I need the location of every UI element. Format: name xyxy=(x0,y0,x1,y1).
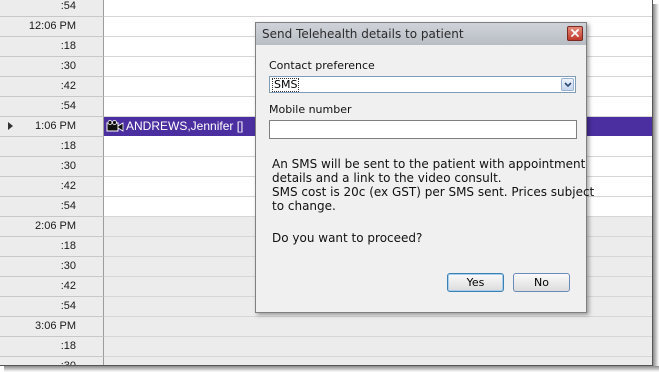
time-cell: :42 xyxy=(0,177,104,197)
time-label: 1:06 PM xyxy=(35,120,76,132)
message-line: SMS cost is 20c (ex GST) per SMS sent. P… xyxy=(272,185,595,199)
time-row[interactable]: 3:06 PM xyxy=(0,317,653,337)
message-line: details and a link to the video consult. xyxy=(272,171,502,185)
time-cell: :30 xyxy=(0,357,104,366)
sms-info-message: An SMS will be sent to the patient with … xyxy=(272,157,595,213)
current-row-pointer-icon xyxy=(8,122,13,130)
time-label: :18 xyxy=(60,340,76,352)
time-cell: :54 xyxy=(0,297,104,317)
dialog-title: Send Telehealth details to patient xyxy=(262,27,464,41)
time-cell: :30 xyxy=(0,57,104,77)
appointment-slot[interactable] xyxy=(104,357,653,366)
time-cell: :54 xyxy=(0,197,104,217)
time-cell: :30 xyxy=(0,157,104,177)
time-label: :54 xyxy=(60,100,76,112)
time-label: 12:06 PM xyxy=(28,20,76,32)
time-label: :42 xyxy=(60,80,76,92)
time-label: :18 xyxy=(60,240,76,252)
time-cell: :54 xyxy=(0,97,104,117)
time-label: 2:06 PM xyxy=(35,220,76,232)
time-row[interactable]: :30 xyxy=(0,357,653,366)
appointment-slot[interactable] xyxy=(104,0,653,17)
time-cell: 1:06 PM xyxy=(0,117,104,137)
close-button[interactable] xyxy=(567,26,583,41)
time-label: :30 xyxy=(60,160,76,172)
video-camera-icon xyxy=(106,120,124,132)
time-cell: :42 xyxy=(0,77,104,97)
appointment-patient-name: ANDREWS,Jennifer [] xyxy=(126,119,244,133)
time-row[interactable]: :18 xyxy=(0,337,653,357)
time-cell: :42 xyxy=(0,277,104,297)
time-label: :30 xyxy=(60,60,76,72)
time-cell: :18 xyxy=(0,337,104,357)
proceed-question: Do you want to proceed? xyxy=(272,231,423,245)
time-label: :18 xyxy=(60,40,76,52)
dropdown-button[interactable] xyxy=(561,78,574,91)
window-shadow-right xyxy=(653,4,659,372)
time-cell: :18 xyxy=(0,237,104,257)
appointment-slot[interactable] xyxy=(104,337,653,357)
time-cell: 3:06 PM xyxy=(0,317,104,337)
time-row[interactable]: :54 xyxy=(0,0,653,17)
no-button[interactable]: No xyxy=(513,273,570,292)
time-label: :30 xyxy=(60,260,76,272)
time-cell: :18 xyxy=(0,137,104,157)
time-cell: 12:06 PM xyxy=(0,17,104,37)
mobile-number-input[interactable] xyxy=(269,120,577,139)
close-icon xyxy=(571,29,579,37)
time-label: :54 xyxy=(60,200,76,212)
time-cell: 2:06 PM xyxy=(0,217,104,237)
time-cell: :54 xyxy=(0,0,104,17)
window-shadow-bottom xyxy=(4,366,659,372)
mobile-number-label: Mobile number xyxy=(269,103,352,116)
chevron-down-icon xyxy=(564,82,572,88)
time-cell: :18 xyxy=(0,37,104,57)
time-label: :54 xyxy=(60,0,76,12)
time-label: :42 xyxy=(60,280,76,292)
time-label: :18 xyxy=(60,140,76,152)
dialog-titlebar: Send Telehealth details to patient xyxy=(256,23,586,45)
message-line: An SMS will be sent to the patient with … xyxy=(272,157,586,171)
message-line: to change. xyxy=(272,199,336,213)
time-label: 3:06 PM xyxy=(35,320,76,332)
time-cell: :30 xyxy=(0,257,104,277)
contact-preference-label: Contact preference xyxy=(269,59,375,72)
appointment-slot[interactable] xyxy=(104,317,653,337)
yes-button[interactable]: Yes xyxy=(447,273,504,292)
contact-preference-value: SMS xyxy=(272,78,300,92)
contact-preference-select[interactable]: SMS xyxy=(269,76,576,93)
time-label: :54 xyxy=(60,300,76,312)
time-label: :42 xyxy=(60,180,76,192)
telehealth-dialog: Send Telehealth details to patient Conta… xyxy=(255,22,595,313)
